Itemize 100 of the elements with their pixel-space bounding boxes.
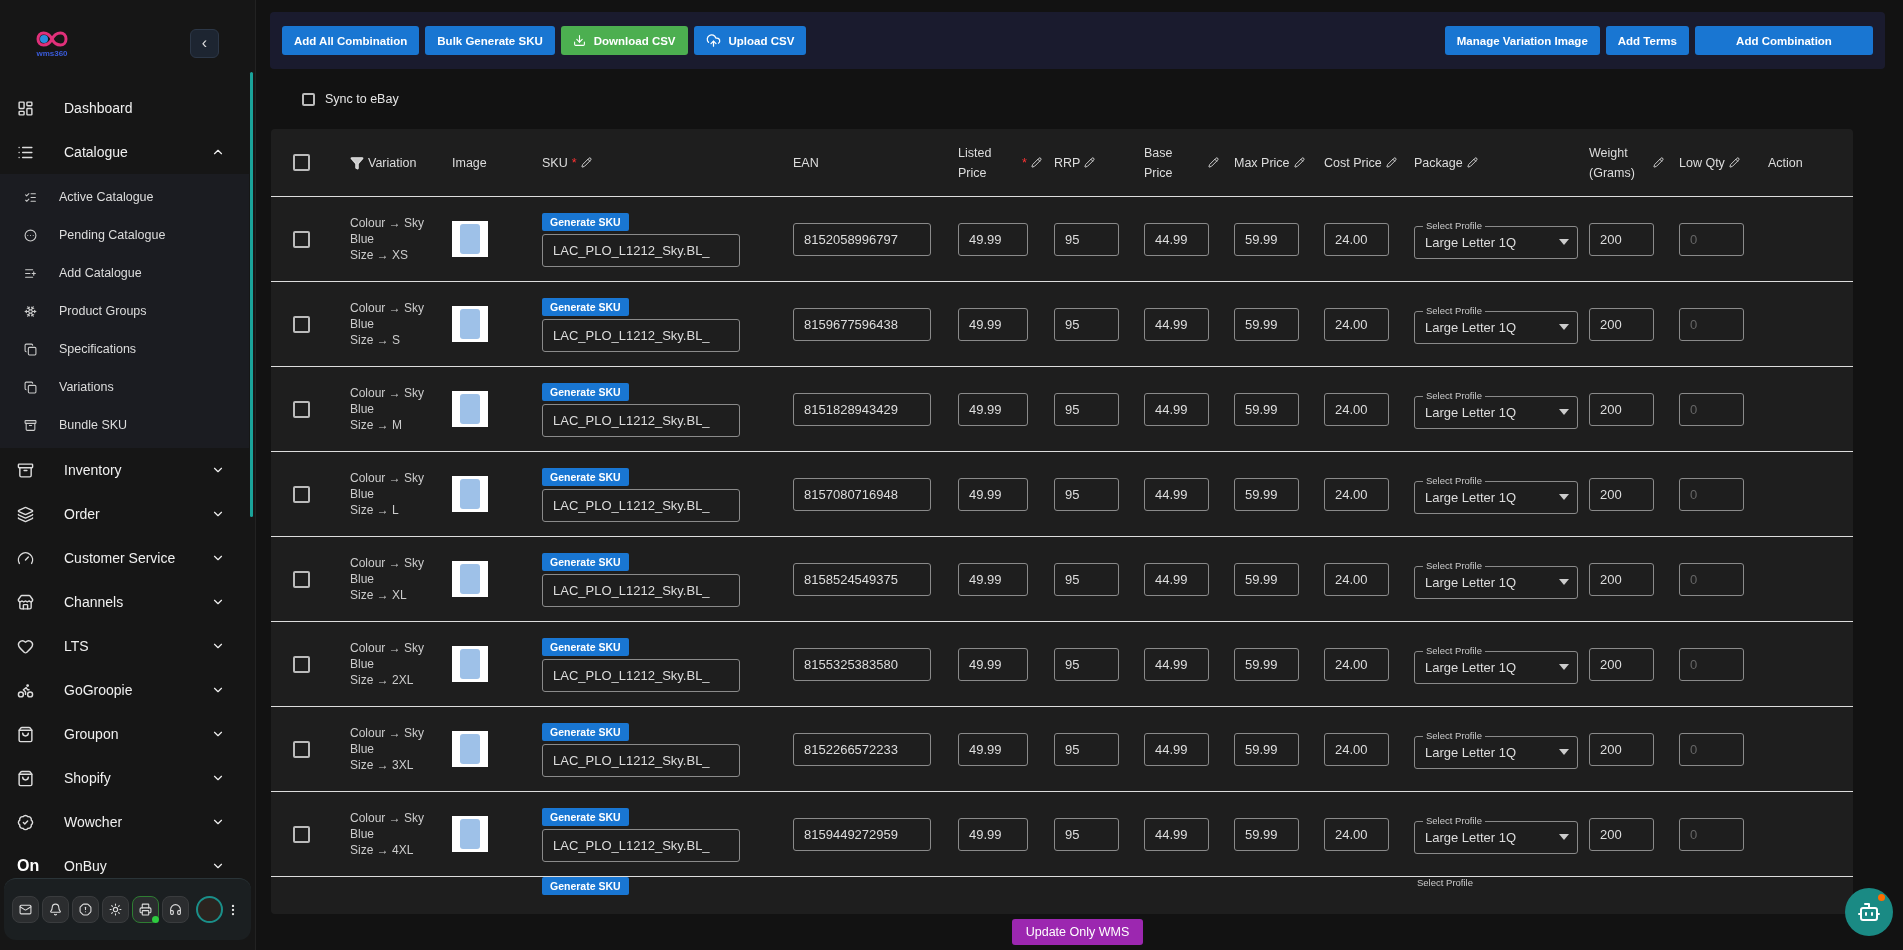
- listed-price-field[interactable]: 49.99: [958, 647, 1028, 681]
- sku-field[interactable]: LAC_PLO_L1212_Sky.BL_: [542, 489, 740, 522]
- sku-field[interactable]: LAC_PLO_L1212_Sky.BL_: [542, 234, 740, 267]
- ean-field[interactable]: 8151828943429: [793, 392, 931, 426]
- listed-price-field[interactable]: 49.99: [958, 562, 1028, 596]
- base-price-field[interactable]: 44.99: [1144, 477, 1209, 511]
- nav-item[interactable]: Wowcher: [0, 800, 249, 844]
- generate-sku-button[interactable]: Generate SKU: [542, 383, 629, 401]
- ean-field[interactable]: 8155325383580: [793, 647, 931, 681]
- max-price-field[interactable]: 59.99: [1234, 477, 1299, 511]
- listed-price-field[interactable]: 49.99: [958, 392, 1028, 426]
- row-checkbox[interactable]: [293, 485, 310, 503]
- nav-item[interactable]: Channels: [0, 580, 249, 624]
- rrp-field[interactable]: 95: [1054, 562, 1119, 596]
- generate-sku-button[interactable]: Generate SKU: [542, 468, 629, 486]
- submenu-item[interactable]: Active Catalogue: [0, 178, 249, 216]
- sku-field[interactable]: LAC_PLO_L1212_Sky.BL_: [542, 829, 740, 862]
- rrp-field[interactable]: 95: [1054, 817, 1119, 851]
- max-price-field[interactable]: 59.99: [1234, 307, 1299, 341]
- submenu-item[interactable]: Pending Catalogue: [0, 216, 249, 254]
- toolbar-button[interactable]: Add All Combination: [282, 26, 420, 55]
- toolbar-button[interactable]: Add Combination: [1695, 26, 1873, 55]
- chatbot-button[interactable]: [1845, 888, 1893, 936]
- max-price-field[interactable]: 59.99: [1234, 817, 1299, 851]
- nav-item[interactable]: Shopify: [0, 756, 249, 800]
- nav-item[interactable]: Customer Service: [0, 536, 249, 580]
- sun-button[interactable]: [102, 896, 129, 923]
- toolbar-button[interactable]: Bulk Generate SKU: [425, 26, 555, 55]
- rrp-field[interactable]: 95: [1054, 647, 1119, 681]
- cost-price-field[interactable]: 24.00: [1324, 392, 1389, 426]
- nav-item[interactable]: Inventory: [0, 448, 249, 492]
- max-price-field[interactable]: 59.99: [1234, 222, 1299, 256]
- max-price-field[interactable]: 59.99: [1234, 392, 1299, 426]
- nav-item[interactable]: Groupon: [0, 712, 249, 756]
- weight-field[interactable]: 200: [1589, 477, 1654, 511]
- ean-field[interactable]: 8159449272959: [793, 817, 931, 851]
- base-price-field[interactable]: 44.99: [1144, 392, 1209, 426]
- listed-price-field[interactable]: 49.99: [958, 732, 1028, 766]
- sku-field[interactable]: LAC_PLO_L1212_Sky.BL_: [542, 659, 740, 692]
- sku-field[interactable]: LAC_PLO_L1212_Sky.BL_: [542, 404, 740, 437]
- cost-price-field[interactable]: 24.00: [1324, 307, 1389, 341]
- bell-button[interactable]: [42, 896, 69, 923]
- row-checkbox[interactable]: [293, 825, 310, 843]
- toolbar-button[interactable]: Upload CSV: [693, 26, 807, 55]
- listed-price-field[interactable]: 49.99: [958, 307, 1028, 341]
- cost-price-field[interactable]: 24.00: [1324, 477, 1389, 511]
- toolbar-button[interactable]: Manage Variation Image: [1444, 26, 1600, 55]
- cost-price-field[interactable]: 24.00: [1324, 817, 1389, 851]
- sync-checkbox[interactable]: [302, 92, 315, 106]
- generate-sku-button[interactable]: Generate SKU: [542, 808, 629, 826]
- cost-price-field[interactable]: 24.00: [1324, 732, 1389, 766]
- nav-item[interactable]: Catalogue: [0, 130, 249, 174]
- ean-field[interactable]: 8152058996797: [793, 222, 931, 256]
- row-checkbox[interactable]: [293, 400, 310, 418]
- row-checkbox[interactable]: [293, 570, 310, 588]
- headphones-button[interactable]: [162, 896, 189, 923]
- generate-sku-button[interactable]: Generate SKU: [542, 213, 629, 231]
- nav-item[interactable]: Order: [0, 492, 249, 536]
- toolbar-button[interactable]: Add Terms: [1605, 26, 1689, 55]
- base-price-field[interactable]: 44.99: [1144, 222, 1209, 256]
- max-price-field[interactable]: 59.99: [1234, 562, 1299, 596]
- rrp-field[interactable]: 95: [1054, 732, 1119, 766]
- alert-button[interactable]: [72, 896, 99, 923]
- row-checkbox[interactable]: [293, 230, 310, 248]
- base-price-field[interactable]: 44.99: [1144, 307, 1209, 341]
- printer-button[interactable]: [132, 896, 159, 923]
- submenu-item[interactable]: Bundle SKU: [0, 406, 249, 444]
- listed-price-field[interactable]: 49.99: [958, 817, 1028, 851]
- base-price-field[interactable]: 44.99: [1144, 732, 1209, 766]
- rrp-field[interactable]: 95: [1054, 222, 1119, 256]
- select-all-checkbox[interactable]: [293, 154, 310, 171]
- row-checkbox[interactable]: [293, 655, 310, 673]
- ean-field[interactable]: 8159677596438: [793, 307, 931, 341]
- weight-field[interactable]: 200: [1589, 562, 1654, 596]
- generate-sku-button[interactable]: Generate SKU: [542, 553, 629, 571]
- sku-field[interactable]: LAC_PLO_L1212_Sky.BL_: [542, 319, 740, 352]
- rrp-field[interactable]: 95: [1054, 392, 1119, 426]
- ean-field[interactable]: 8158524549375: [793, 562, 931, 596]
- cost-price-field[interactable]: 24.00: [1324, 222, 1389, 256]
- mail-button[interactable]: [12, 896, 39, 923]
- listed-price-field[interactable]: 49.99: [958, 222, 1028, 256]
- nav-item[interactable]: LTS: [0, 624, 249, 668]
- nav-item[interactable]: GoGroopie: [0, 668, 249, 712]
- rrp-field[interactable]: 95: [1054, 307, 1119, 341]
- weight-field[interactable]: 200: [1589, 392, 1654, 426]
- ean-field[interactable]: 8152266572233: [793, 732, 931, 766]
- nav-item[interactable]: Dashboard: [0, 86, 249, 130]
- submenu-item[interactable]: Specifications: [0, 330, 249, 368]
- submenu-item[interactable]: Add Catalogue: [0, 254, 249, 292]
- ean-field[interactable]: 8157080716948: [793, 477, 931, 511]
- update-wms-button[interactable]: Update Only WMS: [1011, 919, 1144, 945]
- generate-sku-button[interactable]: Generate SKU: [542, 723, 629, 741]
- collapse-button[interactable]: ‹: [190, 28, 219, 58]
- max-price-field[interactable]: 59.99: [1234, 647, 1299, 681]
- base-price-field[interactable]: 44.99: [1144, 647, 1209, 681]
- avatar[interactable]: [196, 896, 223, 923]
- submenu-item[interactable]: Product Groups: [0, 292, 249, 330]
- generate-sku-button[interactable]: Generate SKU: [542, 877, 629, 895]
- weight-field[interactable]: 200: [1589, 307, 1654, 341]
- cost-price-field[interactable]: 24.00: [1324, 562, 1389, 596]
